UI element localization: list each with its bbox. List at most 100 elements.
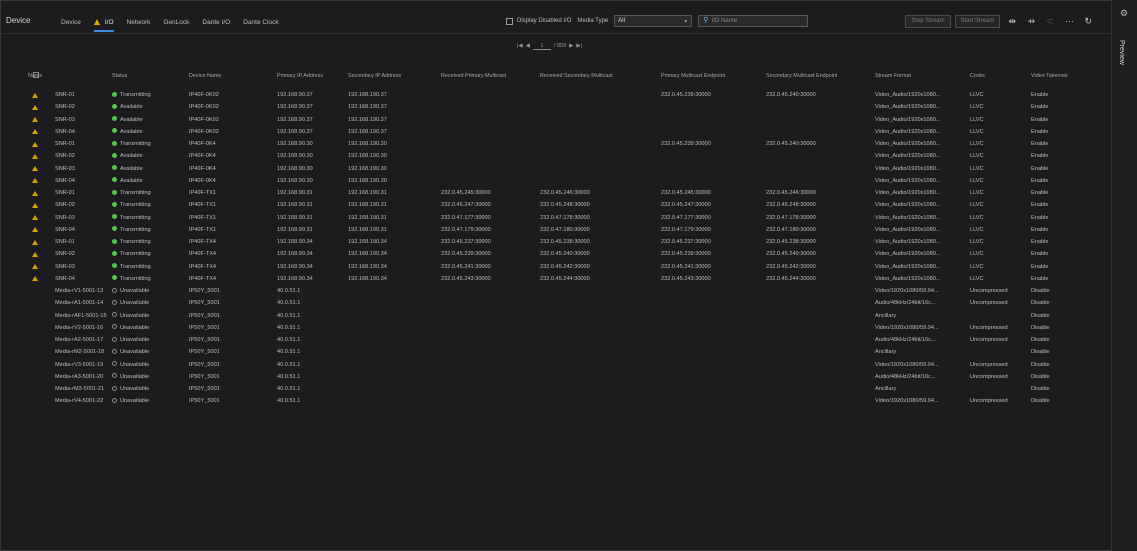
device-cell: IP40F-0K02 xyxy=(189,128,219,135)
status-dot-icon xyxy=(112,238,117,244)
pip-cell: 40.0.51.1 xyxy=(277,324,301,331)
last-page-button[interactable]: ▶| xyxy=(576,43,582,49)
vt-cell: Disable xyxy=(1031,386,1050,392)
column-header[interactable]: Video Takeover xyxy=(1031,70,1068,82)
column-header[interactable]: Device Name xyxy=(189,70,221,82)
sme-cell: 232.0.45.240:30000 xyxy=(766,251,816,258)
chevron-down-icon: ▾ xyxy=(684,19,688,25)
search-icon: ⚲ xyxy=(703,17,709,24)
display-disabled-checkbox[interactable] xyxy=(506,17,513,25)
column-header[interactable]: Stream Format xyxy=(875,70,911,82)
status-text: Unavailable xyxy=(120,288,150,294)
pip-cell: 40.0.51.1 xyxy=(277,300,301,307)
warning-icon xyxy=(32,117,38,122)
column-header[interactable]: Status xyxy=(112,70,127,82)
status-text: Available xyxy=(120,177,143,184)
pme-cell: 232.0.45.243:30000 xyxy=(661,275,711,282)
search-input[interactable]: ⚲ I/O Name xyxy=(698,15,809,27)
page-number-input[interactable]: 1 xyxy=(532,42,551,50)
pme-cell: 232.0.45.245:30000 xyxy=(661,190,711,196)
settings-icon[interactable]: ⚙ xyxy=(1120,8,1128,19)
column-header[interactable]: Secondary Multicast Endpoint xyxy=(766,70,837,82)
tab-network[interactable]: Network xyxy=(127,19,151,26)
vt-cell: Enable xyxy=(1031,104,1049,111)
fmt-cell: Video_Audio/1920x1080... xyxy=(875,92,941,98)
pip-cell: 192.168.90.34 xyxy=(277,239,313,245)
connect-icon[interactable]: ⇹ xyxy=(1005,15,1019,28)
preview-panel-toggle[interactable]: ⚙ Preview xyxy=(1111,0,1137,551)
status-dot-icon xyxy=(112,373,117,379)
disconnect-icon[interactable]: ⇸ xyxy=(1024,15,1038,28)
codec-cell: LLVC xyxy=(970,177,984,184)
status-dot-icon xyxy=(112,299,117,305)
column-header[interactable]: Received Primary Multicast xyxy=(441,70,506,82)
stop-stream-button[interactable]: Stop Stream xyxy=(905,14,951,28)
column-header[interactable]: Primary IP Address xyxy=(277,70,323,82)
status-cell: Transmitting xyxy=(112,261,151,273)
tab-device[interactable]: Device xyxy=(61,19,81,26)
pip-cell: 192.168.90.34 xyxy=(277,251,313,258)
pip-cell: 40.0.51.1 xyxy=(277,349,301,356)
tab-genlock[interactable]: GenLock xyxy=(163,19,189,26)
device-cell: IP40F-TX4 xyxy=(189,239,217,245)
status-text: Transmitting xyxy=(120,239,151,245)
status-cell: Unavailable xyxy=(112,322,149,334)
name-cell: SNR-02 xyxy=(55,202,75,209)
tab-dante-i-o[interactable]: Dante I/O xyxy=(202,19,230,26)
sip-cell: 192.168.190.34 xyxy=(348,251,387,258)
status-cell: Transmitting xyxy=(112,187,151,199)
name-cell: Media-rV2-5001-16 xyxy=(55,324,104,331)
fmt-cell: Audio/48kHz/24bit/16c... xyxy=(875,300,936,307)
fmt-cell: Video_Audio/1920x1080... xyxy=(875,153,941,160)
name-cell: SNR-02 xyxy=(55,153,75,160)
next-page-button[interactable]: ▶ xyxy=(569,43,573,49)
status-text: Unavailable xyxy=(120,373,150,380)
sme-cell: 232.0.45.242:30000 xyxy=(766,263,816,270)
pip-cell: 40.0.51.1 xyxy=(277,312,301,319)
warning-icon xyxy=(32,239,38,245)
more-icon[interactable]: ⋯ xyxy=(1062,15,1076,28)
name-cell: SNR-03 xyxy=(55,214,75,221)
media-type-label: Media Type xyxy=(577,18,609,24)
status-text: Unavailable xyxy=(120,398,150,405)
link-icon[interactable]: ⊂ xyxy=(1043,15,1057,28)
prev-page-button[interactable]: ◀ xyxy=(526,43,530,49)
column-header[interactable]: Primary Multicast Endpoint xyxy=(661,70,725,82)
column-header[interactable]: Secondary IP Address xyxy=(348,70,401,82)
fmt-cell: Ancillary xyxy=(875,349,897,356)
vt-cell: Enable xyxy=(1031,263,1049,270)
name-cell: Media-rA1-5001-14 xyxy=(55,300,104,307)
status-text: Unavailable xyxy=(120,386,150,392)
fmt-cell: Video_Audio/1920x1080... xyxy=(875,190,941,196)
name-cell: Media-rM3-5001-21 xyxy=(55,386,105,392)
vt-cell: Disable xyxy=(1031,312,1050,319)
codec-cell: LLVC xyxy=(970,275,984,282)
status-text: Unavailable xyxy=(120,324,150,331)
media-type-select[interactable]: All ▾ xyxy=(614,15,693,27)
pip-cell: 192.168.90.31 xyxy=(277,214,313,221)
sip-cell: 192.168.190.30 xyxy=(348,153,387,160)
device-cell: IP50Y_5001 xyxy=(189,386,220,392)
vt-cell: Disable xyxy=(1031,288,1050,294)
rpm-cell: 232.0.45.237:30000 xyxy=(441,239,491,245)
vt-cell: Enable xyxy=(1031,153,1049,160)
tab-i-o[interactable]: I/O xyxy=(93,19,114,32)
pme-cell: 232.0.45.247:30000 xyxy=(661,202,711,209)
vt-cell: Enable xyxy=(1031,141,1049,147)
column-header[interactable]: Received Secondary Multicast xyxy=(540,70,613,82)
codec-cell: LLVC xyxy=(970,92,984,98)
status-dot-icon xyxy=(112,336,117,342)
tab-dante-clock[interactable]: Dante Clock xyxy=(243,19,278,26)
start-stream-button[interactable]: Start Stream xyxy=(954,14,1001,28)
device-cell: IP50Y_5001 xyxy=(189,398,220,405)
status-dot-icon xyxy=(112,226,117,232)
sme-cell: 232.0.45.240:30000 xyxy=(766,141,816,147)
pip-cell: 192.168.90.31 xyxy=(277,202,313,209)
column-header[interactable]: Name xyxy=(28,70,42,82)
device-cell: IP40F-TX4 xyxy=(189,263,217,270)
warning-icon xyxy=(32,264,38,269)
first-page-button[interactable]: |◀ xyxy=(517,43,523,49)
refresh-icon[interactable]: ↻ xyxy=(1081,15,1095,28)
fmt-cell: Ancillary xyxy=(875,386,897,392)
column-header[interactable]: Codec xyxy=(970,70,986,82)
